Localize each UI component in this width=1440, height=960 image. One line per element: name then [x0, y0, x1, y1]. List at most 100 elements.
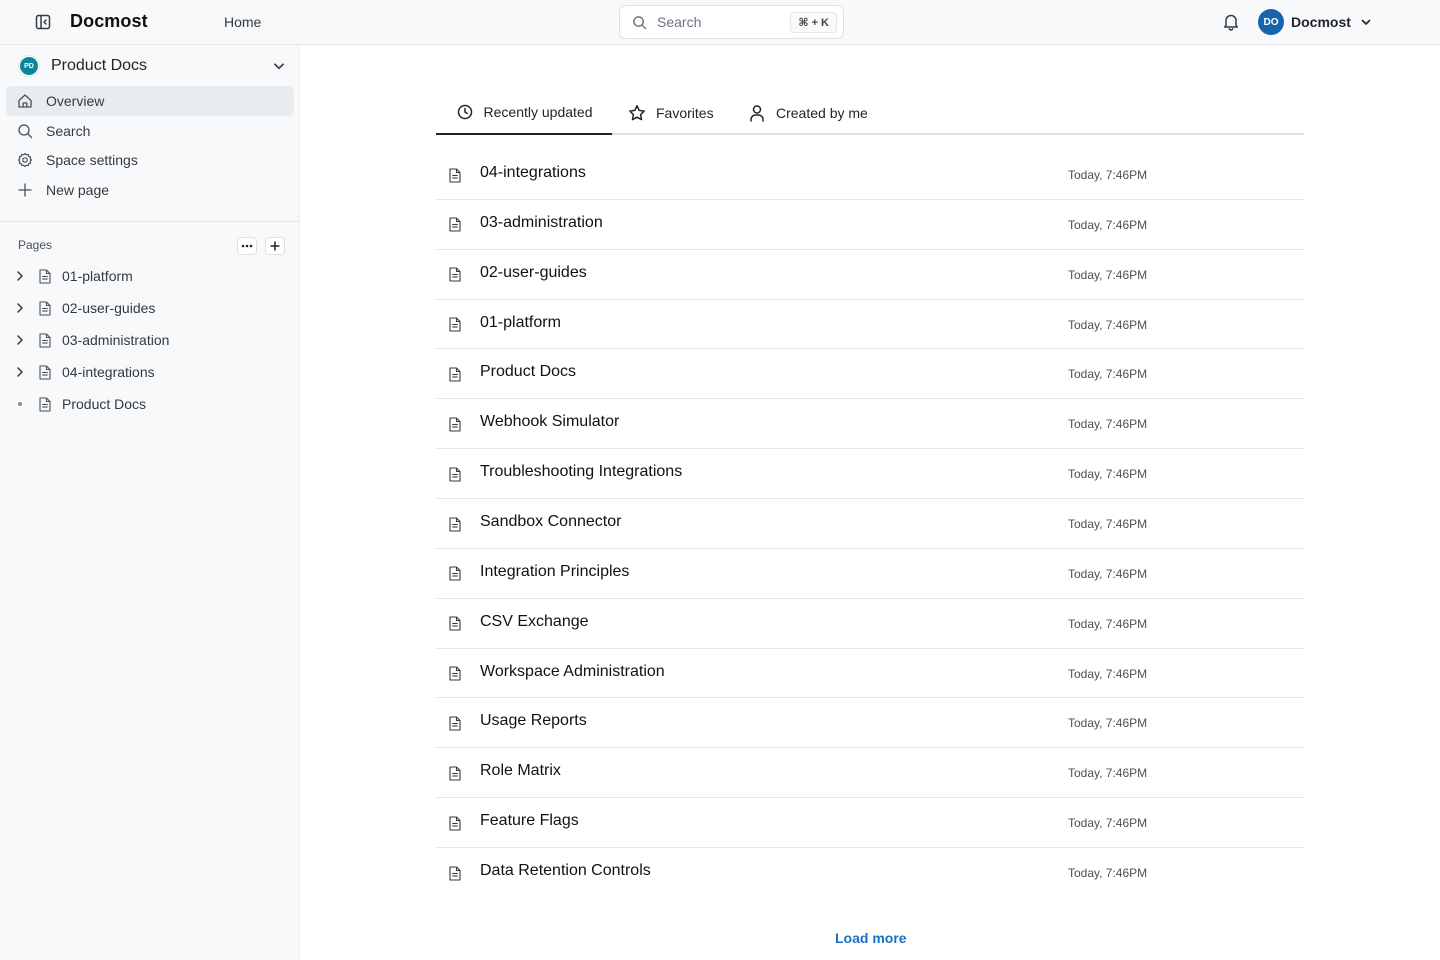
- updated-time: Today, 7:46PM: [1068, 716, 1148, 731]
- load-more-button[interactable]: Load more: [835, 930, 907, 946]
- gear-icon: [16, 152, 34, 168]
- dots-icon: [241, 244, 253, 248]
- list-item[interactable]: 04-integrations Today, 7:46PM: [436, 150, 1304, 200]
- tab-recently-updated[interactable]: Recently updated: [436, 90, 612, 135]
- page-icon: [448, 466, 462, 482]
- page-icon: [448, 666, 462, 682]
- chevron-right-icon[interactable]: [12, 332, 28, 348]
- search-placeholder: Search: [657, 14, 702, 30]
- clock-icon: [456, 103, 474, 121]
- list-item[interactable]: Data Retention Controls Today, 7:46PM: [436, 848, 1304, 898]
- list-item[interactable]: Role Matrix Today, 7:46PM: [436, 748, 1304, 799]
- tree-item-01-platform[interactable]: 01-platform: [8, 262, 292, 290]
- app-title[interactable]: Docmost: [70, 11, 148, 32]
- page-icon: [448, 416, 462, 432]
- page-icon: [37, 331, 53, 349]
- tree-item-label: 04-integrations: [62, 364, 155, 380]
- list-item[interactable]: Webhook Simulator Today, 7:46PM: [436, 399, 1304, 450]
- list-item[interactable]: Usage Reports Today, 7:46PM: [436, 698, 1304, 749]
- tree-item-label: 02-user-guides: [62, 300, 156, 316]
- user-menu[interactable]: DO Docmost: [1258, 9, 1374, 35]
- sidebar-item-label: New page: [46, 182, 110, 198]
- updated-time: Today, 7:46PM: [1068, 816, 1148, 831]
- sidebar-item-label: Space settings: [46, 152, 138, 168]
- page-title: CSV Exchange: [480, 612, 589, 630]
- chevron-down-icon: [272, 59, 286, 78]
- updated-time: Today, 7:46PM: [1068, 168, 1148, 182]
- tree-item-02-user-guides[interactable]: 02-user-guides: [8, 294, 292, 322]
- page-icon: [448, 267, 462, 283]
- updated-time: Today, 7:46PM: [1068, 267, 1148, 282]
- updated-time: Today, 7:46PM: [1068, 367, 1148, 382]
- space-switcher[interactable]: PD Product Docs: [8, 51, 292, 81]
- chevron-right-icon[interactable]: [12, 364, 28, 380]
- tree-item-product-docs[interactable]: Product Docs: [8, 390, 292, 418]
- search-icon: [16, 123, 34, 139]
- list-item[interactable]: CSV Exchange Today, 7:46PM: [436, 599, 1304, 649]
- page-title: Usage Reports: [480, 712, 587, 730]
- sidebar-item-new-page[interactable]: New page: [6, 175, 294, 205]
- page-title: Data Retention Controls: [480, 862, 651, 880]
- space-avatar: PD: [19, 56, 39, 76]
- list-item[interactable]: Product Docs Today, 7:46PM: [436, 349, 1304, 400]
- list-item[interactable]: Sandbox Connector Today, 7:46PM: [436, 499, 1304, 549]
- page-title: 03-administration: [480, 213, 603, 231]
- notifications-bell-icon[interactable]: [1221, 11, 1241, 33]
- page-icon: [37, 363, 53, 381]
- home-link[interactable]: Home: [224, 14, 261, 30]
- updated-time: Today, 7:46PM: [1068, 766, 1148, 781]
- user-icon: [748, 104, 766, 122]
- list-item[interactable]: Integration Principles Today, 7:46PM: [436, 549, 1304, 599]
- tab-label: Favorites: [656, 104, 714, 121]
- bullet-dot-icon: [12, 396, 28, 412]
- plus-icon: [270, 241, 280, 251]
- page-title: Product Docs: [480, 363, 577, 381]
- sidebar-divider: [0, 221, 300, 222]
- sidebar-item-label: Overview: [46, 93, 105, 109]
- sidebar-item-search[interactable]: Search: [6, 116, 294, 146]
- page-title: Integration Principles: [480, 562, 630, 580]
- updated-time: Today, 7:46PM: [1068, 566, 1148, 581]
- list-item[interactable]: Feature Flags Today, 7:46PM: [436, 798, 1304, 849]
- list-item[interactable]: Troubleshooting Integrations Today, 7:46…: [436, 449, 1304, 500]
- add-page-button[interactable]: [265, 237, 285, 255]
- sidebar-item-overview[interactable]: Overview: [6, 86, 294, 116]
- list-item[interactable]: 01-platform Today, 7:46PM: [436, 300, 1304, 350]
- pages-more-button[interactable]: [237, 237, 257, 255]
- tab-label: Recently updated: [483, 103, 593, 120]
- user-name: Docmost: [1291, 14, 1351, 30]
- list-item[interactable]: 03-administration Today, 7:46PM: [436, 200, 1304, 250]
- updated-time: Today, 7:46PM: [1068, 417, 1148, 432]
- sidebar-item-space-settings[interactable]: Space settings: [6, 145, 294, 175]
- page-icon: [37, 395, 53, 413]
- tree-item-03-administration[interactable]: 03-administration: [8, 326, 292, 354]
- chevron-right-icon[interactable]: [12, 268, 28, 284]
- page-title: Role Matrix: [480, 762, 561, 780]
- chevron-down-icon: [1360, 15, 1374, 29]
- page-icon: [448, 167, 462, 183]
- tree-item-label: 01-platform: [62, 268, 133, 284]
- tree-item-label: Product Docs: [62, 396, 147, 412]
- tab-favorites[interactable]: Favorites: [628, 90, 714, 135]
- page-icon: [448, 815, 462, 831]
- page-title: Workspace Administration: [480, 662, 665, 680]
- recent-pages-list: 04-integrations Today, 7:46PM 03-adminis…: [436, 150, 1304, 898]
- page-title: Feature Flags: [480, 812, 579, 830]
- chevron-right-icon[interactable]: [12, 300, 28, 316]
- page-icon: [448, 765, 462, 781]
- search-input[interactable]: Search ⌘ + K: [619, 5, 844, 39]
- page-icon: [448, 217, 462, 233]
- tab-created-by-me[interactable]: Created by me: [748, 90, 868, 135]
- sidebar-item-label: Search: [46, 123, 91, 139]
- sidebar-toggle-icon[interactable]: [31, 11, 55, 33]
- list-item[interactable]: Workspace Administration Today, 7:46PM: [436, 649, 1304, 699]
- sidebar: PD Product Docs Overview Search Space se…: [0, 45, 300, 960]
- list-item[interactable]: 02-user-guides Today, 7:46PM: [436, 250, 1304, 300]
- search-icon: [632, 14, 648, 30]
- tree-item-04-integrations[interactable]: 04-integrations: [8, 358, 292, 386]
- page-title: 04-integrations: [480, 164, 586, 181]
- page-icon: [448, 566, 462, 582]
- search-shortcut: ⌘ + K: [790, 12, 837, 33]
- tree-item-label: 03-administration: [62, 332, 170, 348]
- user-avatar: DO: [1258, 9, 1284, 35]
